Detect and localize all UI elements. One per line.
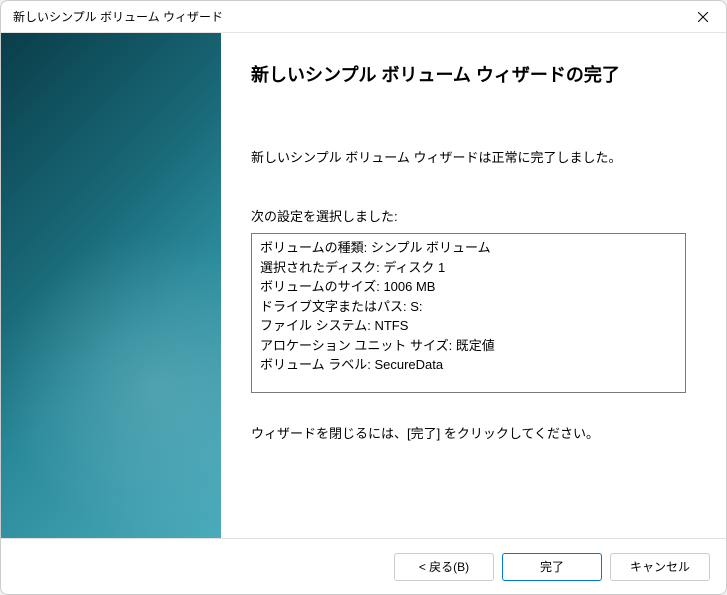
button-bar: < 戻る(B) 完了 キャンセル (1, 538, 726, 594)
settings-line: ボリュームのサイズ: 1006 MB (260, 277, 677, 297)
settings-line: ボリュームの種類: シンプル ボリューム (260, 238, 677, 258)
main-panel: 新しいシンプル ボリューム ウィザードの完了 新しいシンプル ボリューム ウィザ… (221, 33, 726, 538)
instruction-text: ウィザードを閉じるには、[完了] をクリックしてください。 (251, 423, 686, 442)
settings-line: 選択されたディスク: ディスク 1 (260, 258, 677, 278)
wizard-window: 新しいシンプル ボリューム ウィザード 新しいシンプル ボリューム ウィザードの… (0, 0, 727, 595)
cancel-button[interactable]: キャンセル (610, 553, 710, 581)
settings-label: 次の設定を選択しました: (251, 206, 686, 225)
settings-line: ボリューム ラベル: SecureData (260, 355, 677, 375)
wizard-sidebar-image (1, 33, 221, 538)
close-icon (698, 12, 708, 22)
settings-listbox[interactable]: ボリュームの種類: シンプル ボリューム 選択されたディスク: ディスク 1 ボ… (251, 233, 686, 393)
titlebar: 新しいシンプル ボリューム ウィザード (1, 1, 726, 33)
content-area: 新しいシンプル ボリューム ウィザードの完了 新しいシンプル ボリューム ウィザ… (1, 33, 726, 538)
completion-message: 新しいシンプル ボリューム ウィザードは正常に完了しました。 (251, 147, 686, 166)
settings-line: ファイル システム: NTFS (260, 316, 677, 336)
finish-button[interactable]: 完了 (502, 553, 602, 581)
settings-line: アロケーション ユニット サイズ: 既定値 (260, 336, 677, 356)
back-button[interactable]: < 戻る(B) (394, 553, 494, 581)
settings-line: ドライブ文字またはパス: S: (260, 297, 677, 317)
window-title: 新しいシンプル ボリューム ウィザード (13, 8, 223, 25)
close-button[interactable] (680, 1, 726, 33)
page-heading: 新しいシンプル ボリューム ウィザードの完了 (251, 61, 686, 87)
